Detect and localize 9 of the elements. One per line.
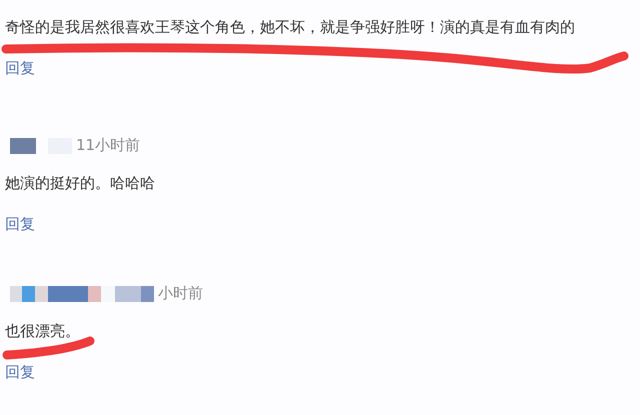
comment-time: 11小时前 — [76, 136, 140, 155]
reply-link[interactable]: 回复 — [5, 59, 35, 78]
comment-text: 奇怪的是我居然很喜欢王琴这个角色，她不坏，就是争强好胜呀！演的真是有血有肉的 — [5, 17, 576, 37]
reply-link[interactable]: 回复 — [5, 363, 35, 382]
comment-text: 也很漂亮。 — [5, 321, 81, 341]
comment-time: 小时前 — [158, 284, 203, 303]
comment-text: 她演的挺好的。哈哈哈 — [5, 173, 156, 193]
blurred-username — [10, 138, 72, 154]
reply-link[interactable]: 回复 — [5, 215, 35, 234]
